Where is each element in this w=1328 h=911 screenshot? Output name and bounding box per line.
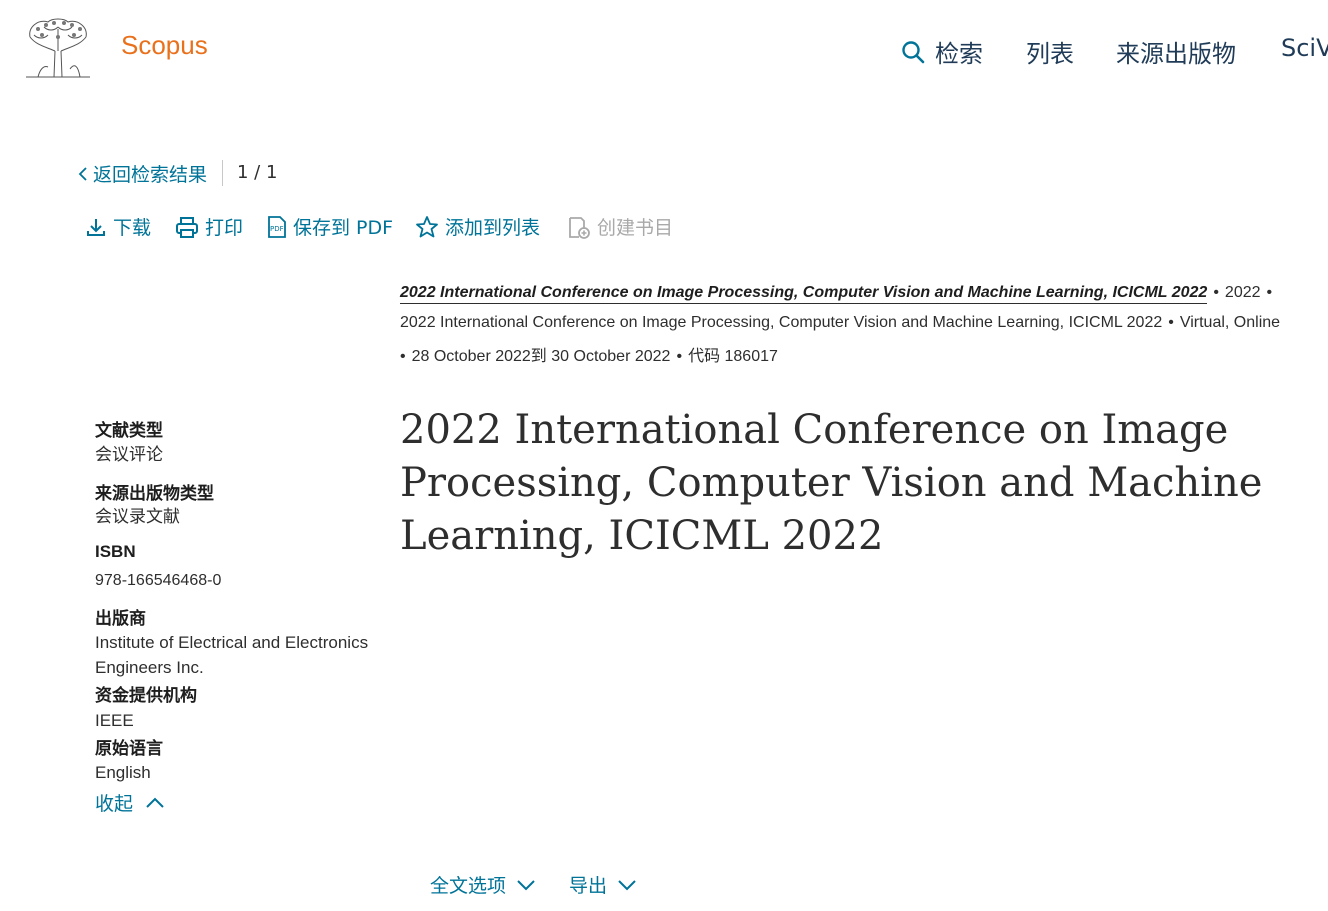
source-line-3: • 28 October 2022到 30 October 2022 • 代码 186… [400, 342, 778, 366]
funding-label: 资金提供机构 [95, 686, 197, 705]
doc-type-label: 文献类型 [95, 421, 163, 440]
source-line-2: 2022 International Conference on Image P… [400, 314, 1280, 332]
source-title-link[interactable]: 2022 International Conference on Image P… [400, 284, 1208, 304]
export-label: 导出 [569, 875, 608, 897]
add-to-list-label: 添加到列表 [445, 217, 541, 239]
bullet: • [1266, 284, 1273, 301]
source-year: 2022 [1224, 284, 1261, 301]
full-text-options-dropdown[interactable]: 全文选项 [430, 871, 536, 898]
add-to-list-button[interactable]: 添加到列表 [415, 213, 540, 240]
create-bibliography-label: 创建书目 [597, 217, 674, 239]
printer-icon [175, 216, 199, 238]
export-dropdown[interactable]: 导出 [569, 871, 637, 898]
print-button[interactable]: 打印 [175, 213, 243, 240]
nav-search[interactable]: 检索 [901, 34, 983, 69]
create-bibliography-button[interactable]: 创建书目 [567, 213, 673, 240]
svg-text:PDF: PDF [270, 225, 284, 233]
collapse-label: 收起 [95, 793, 134, 815]
conference-dates: 28 October 2022到 30 October 2022 [411, 348, 671, 365]
language-label: 原始语言 [95, 739, 163, 758]
source-line-1: 2022 International Conference on Image P… [400, 284, 1278, 304]
bibliography-icon [567, 215, 591, 239]
chevron-down-icon [617, 878, 637, 892]
save-pdf-button[interactable]: PDF 保存到 PDF [267, 213, 393, 240]
scopus-brand[interactable]: Scopus [121, 30, 208, 61]
search-icon [901, 40, 925, 64]
source-type-label: 来源出版物类型 [95, 484, 214, 503]
bullet: • [400, 348, 406, 365]
publisher-value: Institute of Electrical and Electronics … [95, 633, 369, 677]
back-to-results-label: 返回检索结果 [93, 164, 208, 186]
language-value: English [95, 763, 151, 782]
document-title: 2022 International Conference on Image P… [400, 407, 1263, 559]
nav-lists[interactable]: 列表 [1026, 34, 1074, 69]
save-pdf-label: 保存到 PDF [293, 217, 394, 239]
print-label: 打印 [205, 217, 244, 239]
doc-type-value: 会议评论 [95, 445, 163, 464]
conference-location: Virtual, Online [1179, 314, 1281, 331]
nav-sources[interactable]: 来源出版物 [1116, 34, 1236, 69]
result-pager: 1 / 1 [237, 162, 278, 183]
conference-name: 2022 International Conference on Image P… [400, 314, 1163, 331]
elsevier-tree-icon [26, 18, 90, 78]
download-label: 下载 [113, 217, 152, 239]
publisher-label: 出版商 [95, 609, 146, 628]
isbn-value: 978-166546468-0 [95, 572, 222, 589]
source-type-value: 会议录文献 [95, 507, 180, 526]
pdf-file-icon: PDF [267, 215, 287, 239]
collapse-details-button[interactable]: 收起 [95, 789, 165, 816]
bullet: • [1168, 314, 1174, 331]
elsevier-logo[interactable] [24, 17, 92, 79]
bullet: • [1213, 284, 1219, 301]
star-icon [415, 215, 439, 239]
conference-code: 代码 186017 [688, 348, 778, 365]
chevron-down-icon [516, 878, 536, 892]
nav-search-label: 检索 [935, 40, 983, 68]
back-to-results-link[interactable]: 返回检索结果 [77, 160, 207, 187]
bullet: • [676, 348, 683, 365]
download-button[interactable]: 下载 [85, 213, 151, 240]
full-text-options-label: 全文选项 [430, 875, 507, 897]
download-icon [85, 216, 107, 238]
chevron-up-icon [145, 796, 165, 810]
nav-scival[interactable]: SciVal [1281, 34, 1328, 62]
isbn-label: ISBN [95, 542, 136, 561]
funding-value: IEEE [95, 711, 134, 730]
breadcrumb-divider [222, 160, 223, 186]
chevron-left-icon [77, 166, 89, 182]
